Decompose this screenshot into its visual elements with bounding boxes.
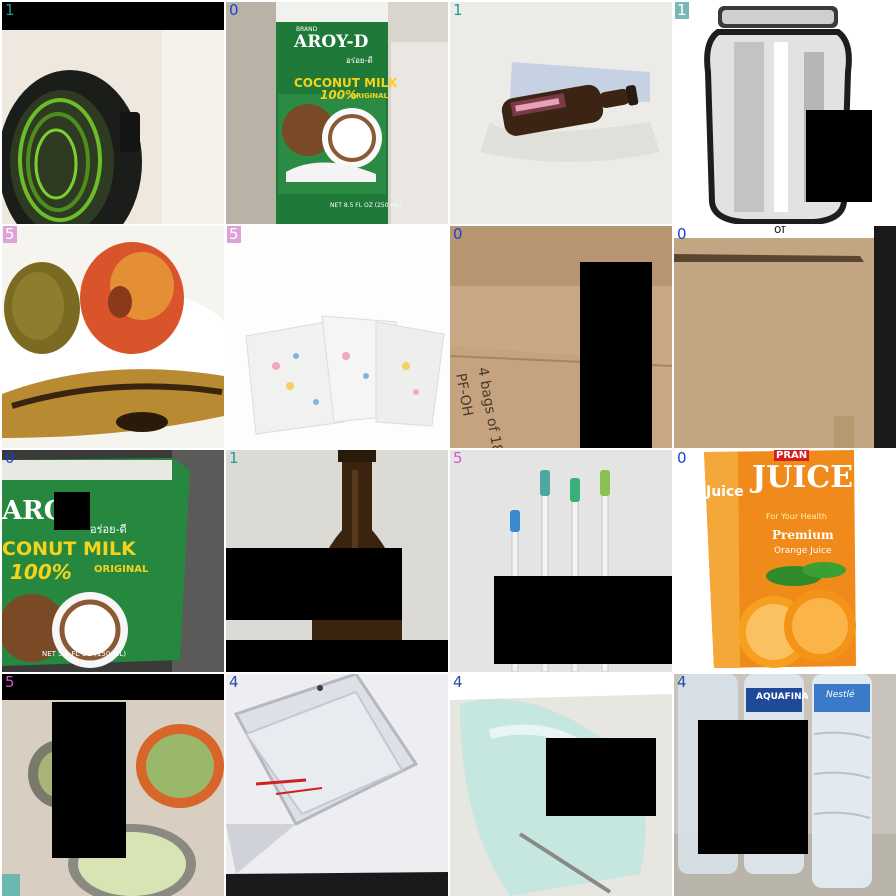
tile-glass-jar: 1 — [674, 2, 896, 224]
cardboard-flap-image — [674, 226, 896, 448]
water-brand-2: Nestlé — [826, 690, 855, 700]
tile-diapers: 5 — [226, 226, 448, 448]
tile-beer-bottle: 1 — [226, 450, 448, 672]
class-label: 0 — [5, 450, 15, 467]
tile-food-scraps: 5 — [2, 674, 224, 896]
juice-premium: Premium — [772, 528, 834, 542]
class-label: 5 — [3, 226, 17, 243]
carton-net-weight: NET 8.5 FL OZ (250 mL) — [330, 202, 402, 209]
water-brand-1: AQUAFINA — [756, 692, 809, 702]
redaction-block — [698, 720, 808, 854]
diapers-image — [226, 226, 448, 448]
class-label: 1 — [675, 2, 689, 19]
redaction-block — [226, 548, 402, 620]
class-label: 5 — [5, 674, 15, 691]
redaction-block — [226, 640, 448, 672]
class-label: 1 — [453, 2, 463, 19]
tile-fruits: 5 — [2, 226, 224, 448]
redaction-block — [546, 738, 656, 816]
redaction-block — [54, 492, 90, 530]
juice-side-text: Juice — [706, 484, 744, 500]
box-original: ORIGINAL — [94, 564, 149, 575]
tile-juice-carton: PRAN JUICE For Your Health Premium Orang… — [674, 450, 896, 672]
bottle-neck-image — [2, 2, 224, 224]
carton-thai-text: อร่อย-ดี — [346, 56, 373, 65]
flap-print-text: of — [774, 226, 786, 236]
redaction-block — [52, 702, 126, 858]
box-coconut-milk: CONUT MILK — [2, 538, 136, 560]
tile-toothbrushes: 5 — [450, 450, 672, 672]
class-label: 1 — [229, 450, 239, 467]
redaction-block — [494, 576, 672, 664]
box-thai-text: อร่อย-ดี — [90, 523, 127, 536]
tile-bottle-neck: 1 — [2, 2, 224, 224]
carton-brand: AROY-D — [294, 32, 369, 52]
brown-bottle-image — [450, 2, 672, 224]
tile-cardboard-flap: of 0 — [674, 226, 896, 448]
box-percent: 100% — [10, 560, 72, 584]
image-grid: 1 BRAND AROY-D อร่อย-ดี COCONUT MILK 100… — [0, 0, 896, 896]
class-label: 5 — [227, 226, 241, 243]
class-label: 5 — [453, 450, 463, 467]
redaction-block — [580, 262, 652, 448]
tile-cardboard-box: 4 bags of 18 PF-OH 0 — [450, 226, 672, 448]
juice-flavor: Orange Juice — [774, 546, 832, 556]
juice-title: JUICE — [752, 460, 854, 495]
class-label: 1 — [5, 2, 15, 19]
class-label: 4 — [677, 674, 687, 691]
box-net-weight: NET 5.1 FL OZ (150 mL) — [42, 650, 126, 658]
tile-plastic-bag: 4 — [450, 674, 672, 896]
class-label: 0 — [229, 2, 239, 19]
juice-health-text: For Your Health — [766, 512, 827, 521]
tile-water-bottles: AQUAFINA Nestlé 4 — [674, 674, 896, 896]
class-label: 0 — [677, 226, 687, 243]
redaction-block — [2, 2, 224, 30]
redaction-block — [806, 110, 872, 202]
fruits-image — [2, 226, 224, 448]
tile-coconut-milk-carton: BRAND AROY-D อร่อย-ดี COCONUT MILK 100% … — [226, 2, 448, 224]
class-label: 0 — [677, 450, 687, 467]
class-label: 4 — [229, 674, 239, 691]
carton-original: ORIGINAL — [350, 92, 389, 100]
clear-plastic-container-image — [226, 674, 448, 896]
tile-coconut-milk-box: AROY อร่อย-ดี CONUT MILK 100% ORIGINAL N… — [2, 450, 224, 672]
tile-clear-plastic-container: 4 — [226, 674, 448, 896]
class-label: 0 — [453, 226, 463, 243]
tile-brown-bottle: 1 — [450, 2, 672, 224]
class-label: 4 — [453, 674, 463, 691]
